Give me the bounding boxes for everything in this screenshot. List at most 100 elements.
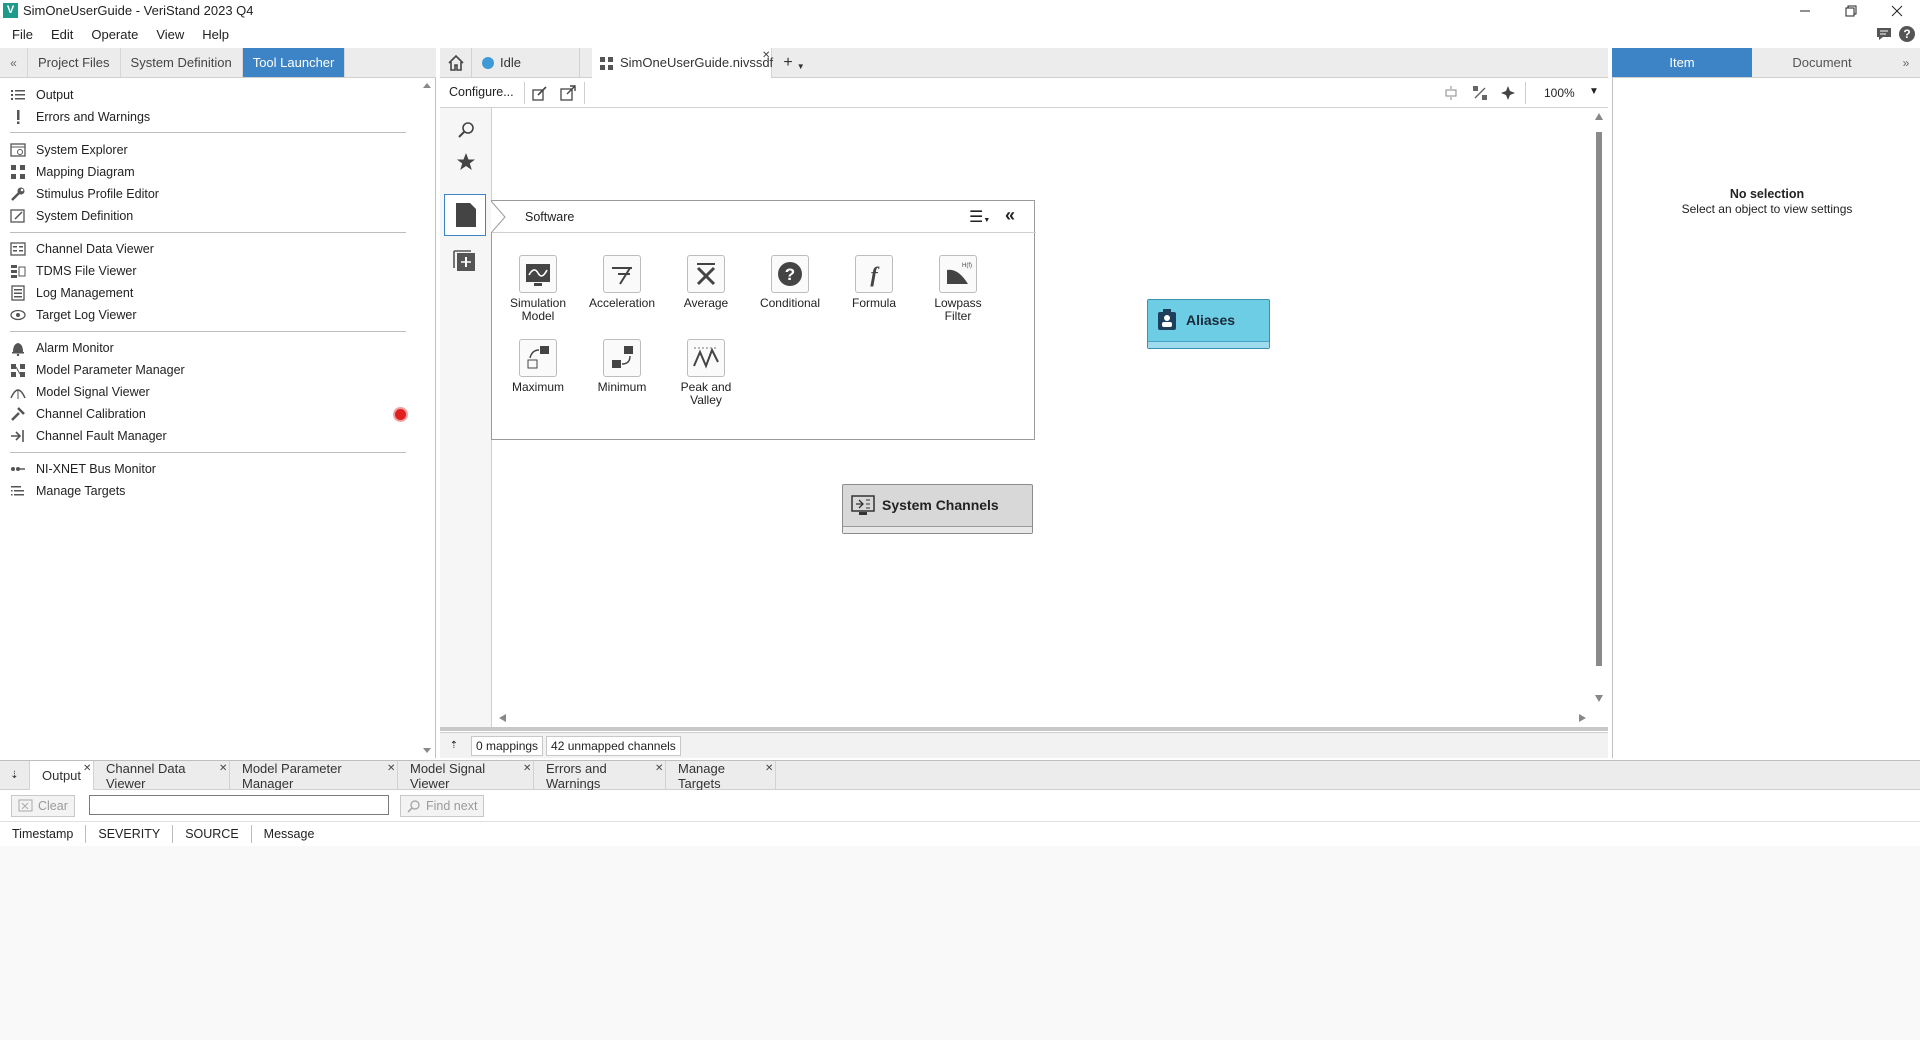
tab-manage-targets[interactable]: Manage Targets ✕ [666,761,776,791]
wrench-icon [11,187,25,201]
close-tab-icon[interactable]: ✕ [765,763,773,774]
expand-status-icon[interactable]: ⇡ [440,740,468,751]
zoom-dropdown-icon[interactable]: ▼ [1589,86,1599,97]
canvas-vertical-scrollbar[interactable] [1592,108,1606,708]
menu-help[interactable]: Help [202,27,229,42]
close-tab-icon[interactable]: ✕ [523,763,531,774]
aliases-node[interactable]: Aliases [1147,299,1270,349]
system-channels-node[interactable]: System Channels [842,484,1033,534]
tab-system-definition[interactable]: System Definition [121,48,243,77]
palette-item-average[interactable]: Average [666,255,746,310]
close-tab-icon[interactable]: ✕ [762,50,770,61]
close-tab-icon[interactable]: ✕ [219,763,227,774]
collapse-left-button[interactable]: « [0,48,28,77]
palette-item-conditional[interactable]: ? Conditional [750,255,830,310]
minimum-icon [603,339,641,377]
palette-item-acceleration[interactable]: Acceleration [582,255,662,310]
palette-item-minimum[interactable]: Minimum [582,339,662,394]
palette-item-formula[interactable]: f Formula [834,255,914,310]
tab-model-signal-viewer[interactable]: Model Signal Viewer ✕ [398,761,534,791]
tool-model-signal-viewer[interactable]: Model Signal Viewer [10,381,150,403]
palette-item-peak-and-valley[interactable]: Peak and Valley [666,339,746,407]
tool-errors-and-warnings[interactable]: Errors and Warnings [10,106,150,128]
palette-menu-icon[interactable]: ☰▼ [969,207,990,227]
sparkle-icon[interactable] [1500,85,1516,101]
collapse-bottom-button[interactable]: ⇣ [0,761,30,790]
palette-item-simulation-model[interactable]: Simulation Model [498,255,578,323]
configure-button[interactable]: Configure... [449,85,514,99]
tool-log-management[interactable]: Log Management [10,282,133,304]
svg-text:H(f): H(f) [962,263,972,269]
tool-stimulus-profile-editor[interactable]: Stimulus Profile Editor [10,183,159,205]
minimize-button[interactable] [1782,0,1828,22]
palette-item-lowpass-filter[interactable]: H(f) Lowpass Filter [918,255,998,323]
tab-errors-and-warnings[interactable]: Errors and Warnings ✕ [534,761,666,791]
menu-file[interactable]: File [12,27,33,42]
collapse-right-button[interactable]: » [1892,48,1920,77]
panel-splitter[interactable] [440,727,1608,731]
tool-ni-xnet-bus-monitor[interactable]: NI-XNET Bus Monitor [10,458,156,480]
column-timestamp[interactable]: Timestamp [0,825,87,843]
tool-tdms-file-viewer[interactable]: TDMS File Viewer [10,260,136,282]
tool-model-parameter-manager[interactable]: Model Parameter Manager [10,359,185,381]
palette-item-maximum[interactable]: Maximum [498,339,578,394]
tool-channel-calibration[interactable]: Channel Calibration [10,403,146,425]
tab-idle[interactable]: Idle [472,48,580,78]
edit-icon[interactable] [532,85,548,101]
tab-document[interactable]: Document [1752,48,1892,77]
favorites-star-icon[interactable] [456,152,476,172]
menu-view[interactable]: View [156,27,184,42]
column-severity[interactable]: SEVERITY [86,825,174,843]
close-tab-icon[interactable]: ✕ [387,763,395,774]
canvas-horizontal-scrollbar[interactable] [492,710,1592,726]
tool-alarm-monitor[interactable]: Alarm Monitor [10,337,114,359]
left-panel-scrollbar[interactable] [420,80,434,756]
fault-icon [11,430,24,442]
tab-item[interactable]: Item [1612,48,1752,77]
search-icon[interactable] [456,120,476,140]
tool-system-explorer[interactable]: System Explorer [10,139,128,161]
tab-tool-launcher[interactable]: Tool Launcher [242,48,346,77]
unmapped-channels-count[interactable]: 42 unmapped channels [546,735,681,756]
restore-button[interactable] [1828,0,1874,22]
tool-label: System Explorer [36,143,128,157]
clear-button[interactable]: Clear [11,795,75,817]
fit-height-icon[interactable] [1443,85,1459,101]
output-search-input[interactable] [89,795,389,815]
signal-icon [10,389,26,399]
mappings-count[interactable]: 0 mappings [471,735,544,756]
close-tab-icon[interactable]: ✕ [83,763,91,774]
collapse-palette-icon[interactable]: « [1005,205,1015,226]
maximum-icon [519,339,557,377]
tab-model-parameter-manager[interactable]: Model Parameter Manager ✕ [230,761,398,791]
find-next-button[interactable]: Find next [400,795,485,817]
column-source[interactable]: SOURCE [173,825,252,843]
tab-output[interactable]: Output ✕ [30,761,94,790]
feedback-icon[interactable] [1875,25,1893,43]
tool-channel-fault-manager[interactable]: Channel Fault Manager [10,425,167,447]
tool-output[interactable]: Output [10,84,74,106]
open-external-icon[interactable] [560,85,576,101]
menu-edit[interactable]: Edit [51,27,73,42]
tool-target-log-viewer[interactable]: Target Log Viewer [10,304,137,326]
help-icon[interactable]: ? [1898,25,1916,43]
tool-manage-targets[interactable]: Manage Targets [10,480,125,502]
output-log-area[interactable] [0,846,1920,1040]
zoom-level[interactable]: 100% [1544,86,1575,100]
software-palette-button[interactable] [444,194,486,236]
tab-channel-data-viewer[interactable]: Channel Data Viewer ✕ [94,761,230,791]
column-message[interactable]: Message [252,825,327,843]
tool-channel-data-viewer[interactable]: Channel Data Viewer [10,238,154,260]
add-tab-button[interactable]: + ▼ [774,48,814,78]
menu-operate[interactable]: Operate [91,27,138,42]
auto-layout-icon[interactable] [1472,85,1488,101]
tool-mapping-diagram[interactable]: Mapping Diagram [10,161,135,183]
home-button[interactable] [440,48,472,78]
close-button[interactable] [1874,0,1920,22]
tool-system-definition[interactable]: System Definition [10,205,133,227]
close-tab-icon[interactable]: ✕ [655,763,663,774]
tab-project-files[interactable]: Project Files [28,48,121,77]
tab-system-definition-file[interactable]: SimOneUserGuide.nivssdf ✕ [592,48,773,78]
add-item-icon[interactable] [452,248,478,274]
svg-text:f: f [870,262,880,287]
